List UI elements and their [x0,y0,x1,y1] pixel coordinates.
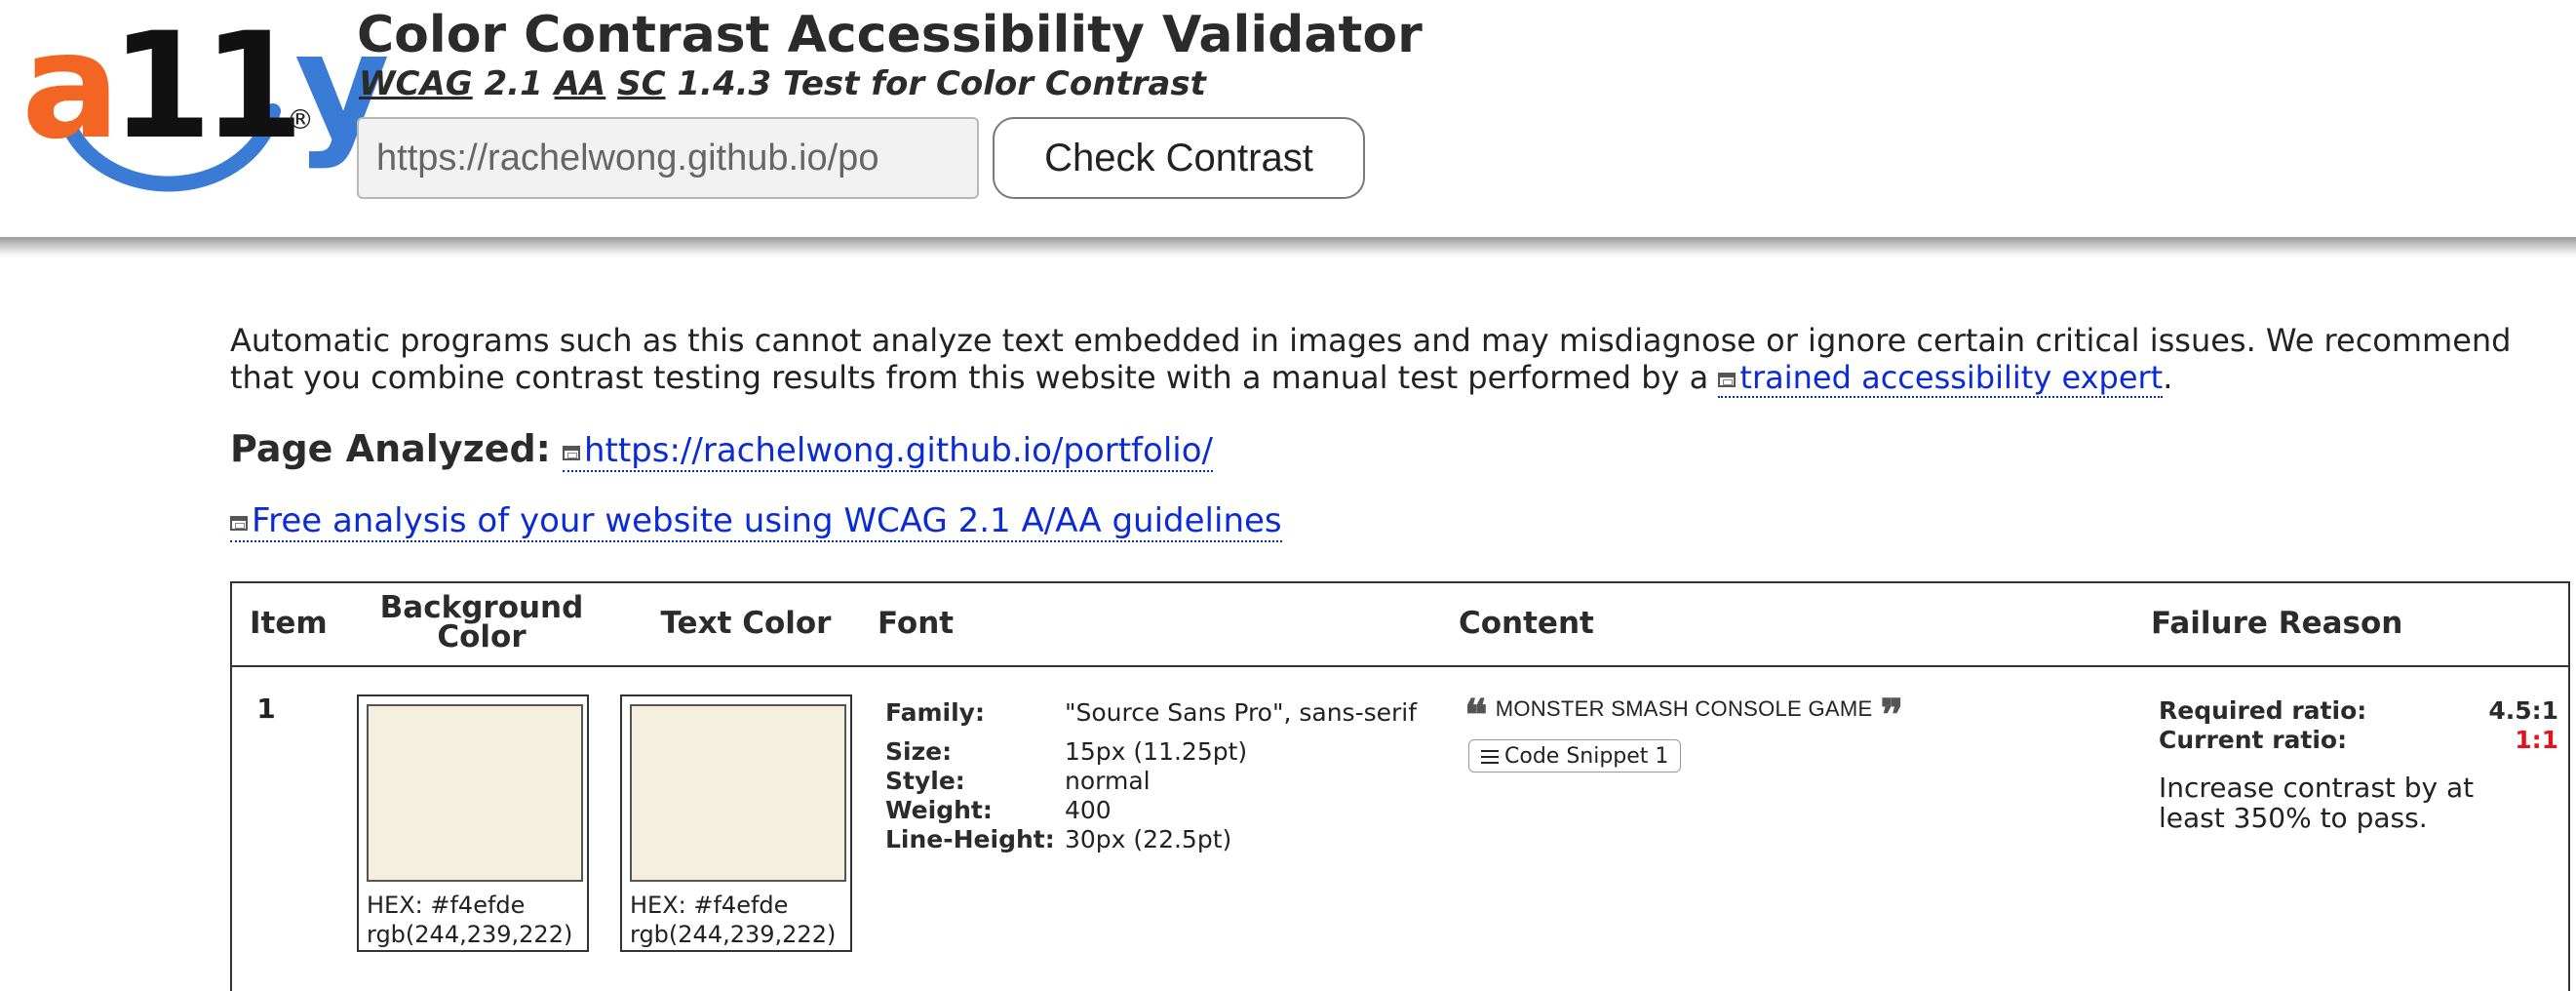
disclaimer-end: . [2163,359,2173,396]
header-font: Font [878,606,955,641]
app-title: Color Contrast Accessibility Validator [357,6,1423,64]
subtitle-aa: AA [554,64,606,103]
results-table: Item Background Color Text Color Font Co… [230,581,2570,991]
content-text: MONSTER SMASH CONSOLE GAME [1495,696,1873,721]
text-hex: HEX: #f4efde [630,892,789,919]
text-color-card: HEX: #f4efde rgb(244,239,222) [620,694,852,952]
background-color-card: HEX: #f4efde rgb(244,239,222) [357,694,589,952]
disclaimer-paragraph: Automatic programs such as this cannot a… [230,322,2541,398]
line-height-value: 30px (22.5pt) [1065,825,1232,853]
subtitle-sc: SC [617,64,666,103]
required-ratio-label: Required ratio: [2159,696,2367,725]
header-text-color: Text Color [660,606,832,641]
font-weight-label: Weight: [885,796,993,824]
external-window-icon [230,516,248,531]
item-number: 1 [256,693,276,725]
subtitle-version: 2.1 [472,64,555,103]
free-analysis-link[interactable]: Free analysis of your website using WCAG… [230,501,1282,542]
table-header: Item Background Color Text Color Font Co… [232,583,2568,667]
free-analysis-label: Free analysis of your website using WCAG… [252,501,1282,540]
subtitle-rest: 1.4.3 Test for Color Contrast [665,64,1206,103]
logo-wordmark: a11y [21,14,390,160]
site-header: a11y ® Color Contrast Accessibility Vali… [0,0,2576,237]
font-size-value: 15px (11.25pt) [1065,737,1248,766]
contrast-advice: Increase contrast by at least 350% to pa… [2159,772,2475,834]
subtitle-wcag: WCAG [359,64,473,103]
analyzed-url-label: https://rachelwong.github.io/portfolio/ [583,431,1213,470]
page-analyzed-label: Page Analyzed: [230,427,551,470]
header-background-color: Background Color [379,590,584,654]
logo-letter-a: a [21,2,120,172]
check-contrast-button[interactable]: Check Contrast [993,117,1365,199]
external-window-icon [562,446,580,460]
background-color-swatch [367,704,583,882]
font-weight-value: 400 [1065,796,1112,824]
text-rgb: rgb(244,239,222) [630,921,837,948]
current-ratio-row: Current ratio: 1:1 [2159,726,2558,755]
external-window-icon [1718,373,1737,387]
line-height-label: Line-Height: [885,825,1055,853]
code-snippet-button[interactable]: Code Snippet 1 [1468,739,1682,773]
content-quote: ❝ MONSTER SMASH CONSOLE GAME ❞ [1464,691,1904,740]
trained-expert-link[interactable]: trained accessibility expert [1718,359,2164,398]
free-analysis: Free analysis of your website using WCAG… [230,501,2570,542]
close-quote-icon: ❞ [1880,691,1904,740]
font-family-value: "Source Sans Pro", sans-serif [1065,698,1418,727]
font-size-label: Size: [885,737,953,766]
required-ratio-value: 4.5:1 [2488,696,2558,725]
header-content: Content [1459,606,1594,641]
lines-icon [1481,749,1499,764]
page-analyzed: Page Analyzed: https://rachelwong.github… [230,427,2570,472]
analyzed-url-link[interactable]: https://rachelwong.github.io/portfolio/ [562,431,1213,472]
trained-expert-link-label: trained accessibility expert [1739,359,2164,396]
header-item: Item [250,606,328,641]
font-family-label: Family: [885,698,985,727]
failure-reason-cell: Required ratio: 4.5:1 Current ratio: 1:1… [2159,696,2558,833]
app-subtitle: WCAG 2.1 AA SC 1.4.3 Test for Color Cont… [359,64,1206,103]
background-rgb: rgb(244,239,222) [367,921,573,948]
header-failure-reason: Failure Reason [2151,606,2403,641]
subtitle-space [605,64,617,103]
header-shadow [0,237,2576,258]
background-hex: HEX: #f4efde [367,892,526,919]
required-ratio-row: Required ratio: 4.5:1 [2159,696,2558,726]
text-color-swatch [630,704,846,882]
open-quote-icon: ❝ [1464,691,1488,740]
main-content: Automatic programs such as this cannot a… [230,322,2570,542]
a11y-logo[interactable]: a11y ® [21,14,390,209]
current-ratio-value: 1:1 [2515,726,2558,754]
font-style-value: normal [1065,767,1151,795]
content-cell: ❝ MONSTER SMASH CONSOLE GAME ❞ Code Snippe… [1464,691,1904,773]
code-snippet-label: Code Snippet 1 [1504,743,1669,769]
registered-mark: ® [287,103,314,136]
logo-digits-11: 11 [110,2,304,172]
font-style-label: Style: [885,767,965,795]
current-ratio-label: Current ratio: [2159,726,2348,754]
url-input[interactable] [357,117,979,199]
